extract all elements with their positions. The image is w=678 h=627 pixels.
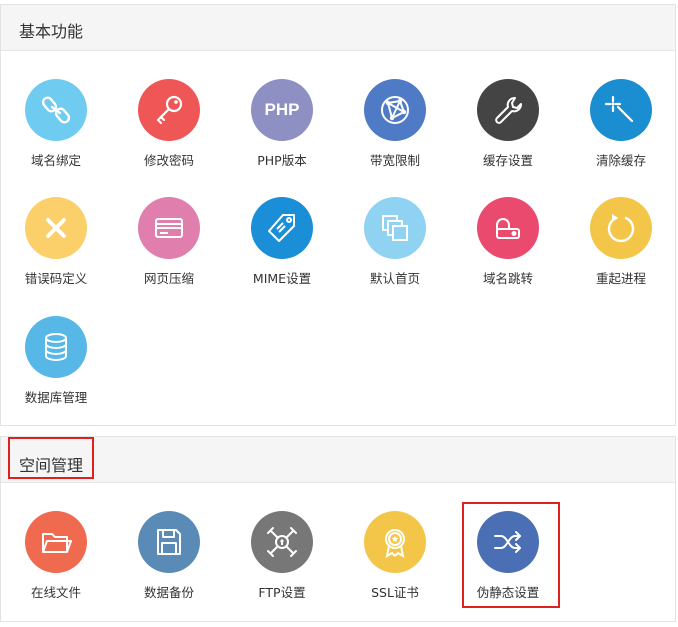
network-icon <box>364 79 426 141</box>
tile-label: 数据库管理 <box>24 390 88 405</box>
floppy-disk-icon <box>138 511 200 573</box>
tile-cache-settings[interactable]: 缓存设置 <box>453 79 563 169</box>
tile-domain-redirect[interactable]: 域名跳转 <box>453 197 563 287</box>
close-icon <box>25 197 87 259</box>
restart-icon <box>590 197 652 259</box>
tile-label: 网页压缩 <box>143 271 194 286</box>
tile-ftp-settings[interactable]: FTP设置 <box>227 511 337 601</box>
certificate-badge-icon <box>364 511 426 573</box>
tile-label: 伪静态设置 <box>476 585 540 600</box>
space-management-title: 空间管理 <box>19 456 84 475</box>
key-icon <box>138 79 200 141</box>
tile-database-management[interactable]: 数据库管理 <box>1 316 111 406</box>
ftp-network-icon <box>251 511 313 573</box>
tile-domain-binding[interactable]: 域名绑定 <box>1 79 111 169</box>
tile-change-password[interactable]: 修改密码 <box>114 79 224 169</box>
space-management-header: 空间管理 <box>1 437 675 483</box>
tile-page-compression[interactable]: 网页压缩 <box>114 197 224 287</box>
tile-php-version[interactable]: PHP PHP版本 <box>227 79 337 169</box>
tile-default-homepage[interactable]: 默认首页 <box>340 197 450 287</box>
tile-label: PHP版本 <box>257 153 307 168</box>
card-icon <box>138 197 200 259</box>
tile-bandwidth-limit[interactable]: 带宽限制 <box>340 79 450 169</box>
tile-label: 在线文件 <box>30 585 81 600</box>
pages-icon <box>364 197 426 259</box>
tile-rewrite-settings[interactable]: 伪静态设置 <box>453 511 563 601</box>
tile-clear-cache[interactable]: 清除缓存 <box>566 79 676 169</box>
basic-functions-title: 基本功能 <box>19 22 84 41</box>
tile-label: 带宽限制 <box>369 153 420 168</box>
wrench-icon <box>477 79 539 141</box>
tile-label: FTP设置 <box>258 585 306 600</box>
database-icon <box>25 316 87 378</box>
tile-label: 清除缓存 <box>595 153 646 168</box>
folder-icon <box>25 511 87 573</box>
tile-restart-process[interactable]: 重起进程 <box>566 197 676 287</box>
basic-functions-panel: 基本功能 域名绑定 修改密码 PHP PHP版本 带宽限制 缓存设置 清除缓存 … <box>0 4 676 426</box>
tile-label: 域名跳转 <box>482 271 533 286</box>
magic-wand-icon <box>590 79 652 141</box>
tile-label: MIME设置 <box>252 271 312 286</box>
tag-icon <box>251 197 313 259</box>
tile-label: 修改密码 <box>143 153 194 168</box>
tile-label: 重起进程 <box>595 271 646 286</box>
link-icon <box>25 79 87 141</box>
tile-mime-settings[interactable]: MIME设置 <box>227 197 337 287</box>
space-management-panel: 空间管理 在线文件 数据备份 FTP设置 SSL证书 伪静态设置 <box>0 436 676 622</box>
php-icon: PHP <box>251 79 313 141</box>
php-icon-text: PHP <box>264 100 300 119</box>
tile-label: 默认首页 <box>369 271 420 286</box>
shuffle-icon <box>477 511 539 573</box>
redirect-icon <box>477 197 539 259</box>
tile-label: 数据备份 <box>143 585 194 600</box>
tile-online-files[interactable]: 在线文件 <box>1 511 111 601</box>
tile-ssl-certificate[interactable]: SSL证书 <box>340 511 450 601</box>
tile-label: 错误码定义 <box>24 271 88 286</box>
tile-error-codes[interactable]: 错误码定义 <box>1 197 111 287</box>
tile-label: SSL证书 <box>371 585 419 600</box>
tile-label: 缓存设置 <box>482 153 533 168</box>
tile-data-backup[interactable]: 数据备份 <box>114 511 224 601</box>
tile-label: 域名绑定 <box>30 153 81 168</box>
basic-functions-header: 基本功能 <box>1 5 675 51</box>
